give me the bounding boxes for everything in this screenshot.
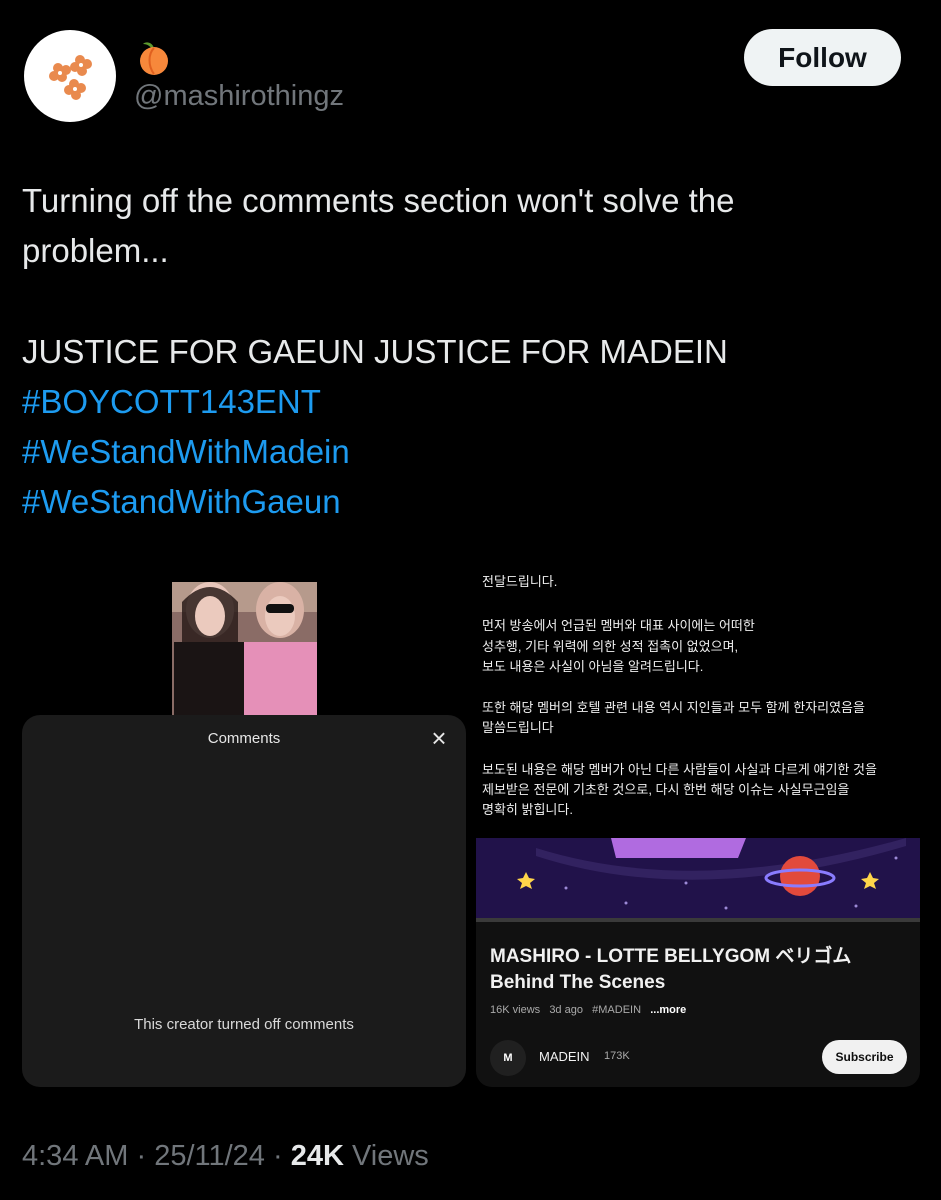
statement-text-line: 명확히 밝힙니다. — [482, 802, 573, 817]
video-tag[interactable]: #MADEIN — [592, 1004, 641, 1016]
statement-text-line: 전달드립니다. — [482, 574, 558, 589]
video-thumbnail-photo — [172, 582, 317, 715]
tweet-date[interactable]: 25/11/24 — [154, 1140, 265, 1172]
hashtag-link[interactable]: #BOYCOTT143ENT — [22, 377, 321, 427]
flower-avatar-icon — [49, 55, 92, 100]
close-icon[interactable]: × — [428, 725, 450, 751]
hashtag-link[interactable]: #WeStandWithGaeun — [22, 477, 341, 527]
tweet-text-line: JUSTICE FOR GAEUN JUSTICE FOR MADEIN — [22, 333, 728, 370]
tweet-text-line: Turning off the comments section won't s… — [22, 182, 735, 219]
statement-text-line: 또한 해당 멤버의 호텔 관련 내용 역시 지인들과 모두 함께 한자리였음을 — [482, 700, 865, 715]
peach-emoji-icon[interactable] — [134, 38, 174, 78]
tweet-meta: 4:34 AM · 25/11/24 · 24K Views — [22, 1140, 429, 1172]
video-age: 3d ago — [549, 1004, 583, 1016]
comments-sheet-title: Comments — [207, 730, 281, 747]
avatar[interactable] — [24, 30, 116, 122]
tweet-time[interactable]: 4:34 AM — [22, 1140, 128, 1172]
statement-text-line: 먼저 방송에서 언급된 멤버와 대표 사이에는 어떠한 — [482, 618, 755, 633]
statement-text-line: 말씀드립니다 — [482, 720, 554, 735]
statement-text-line: 보도된 내용은 해당 멤버가 아닌 다른 사람들이 사실과 다르게 얘기한 것을 — [482, 762, 877, 777]
video-meta: 16K views 3d ago #MADEIN ...more — [490, 1004, 686, 1016]
tweet-text-line: problem... — [22, 232, 169, 269]
video-banner-image — [476, 838, 920, 922]
views-label: Views — [351, 1140, 429, 1172]
channel-avatar[interactable]: M — [490, 1040, 526, 1076]
video-title[interactable]: MASHIRO - LOTTE BELLYGOM ベリゴム Behind The… — [490, 944, 900, 996]
statement-text-line: 성추행, 기타 위력에 의한 성적 접촉이 없었으며, — [482, 639, 739, 654]
statement-text-line: 보도 내용은 사실이 아님을 알려드립니다. — [482, 659, 704, 674]
channel-subscriber-count: 173K — [604, 1050, 630, 1062]
hashtag-link[interactable]: #WeStandWithMadein — [22, 427, 350, 477]
view-count: 24K — [290, 1140, 344, 1172]
subscribe-button[interactable]: Subscribe — [822, 1040, 907, 1074]
statement-text-line: 제보받은 전문에 기초한 것으로, 다시 한번 해당 이슈는 사실무근임을 — [482, 782, 850, 797]
comments-off-message: This creator turned off comments — [134, 1016, 354, 1033]
video-views: 16K views — [490, 1004, 541, 1016]
more-link[interactable]: ...more — [650, 1004, 686, 1016]
channel-name[interactable]: MADEIN — [539, 1049, 590, 1064]
author-handle[interactable]: @mashirothingz — [134, 80, 344, 113]
follow-button[interactable]: Follow — [744, 29, 901, 86]
